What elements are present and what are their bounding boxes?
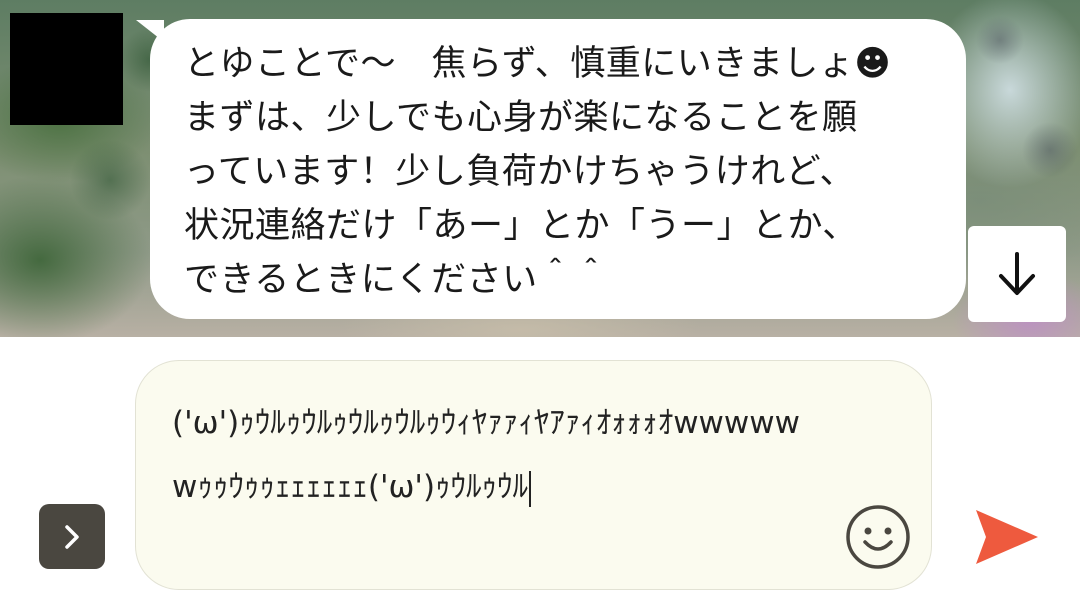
message-input[interactable]: ('ω')ｩｳﾙｩｳﾙｩｳﾙｩｳﾙｩｳｨﾔｧｧｨﾔｱｧｨｵｫｫｫｵwwwwwwｩ… [135,360,932,590]
text-caret [529,470,532,507]
message-line: できるときにください＾＾ [184,260,609,300]
emoji-button[interactable] [845,504,911,570]
send-button[interactable] [972,502,1042,572]
scroll-to-bottom-button[interactable] [968,226,1066,322]
message-line: っています！少し負荷かけちゃうけれど、 [184,152,856,192]
message-input-text[interactable]: ('ω')ｩｳﾙｩｳﾙｩｳﾙｩｳﾙｩｳｨﾔｧｧｨﾔｱｧｨｵｫｫｫｵwwwwwwｩ… [172,391,812,519]
smiley-icon [846,505,910,569]
message-line: 状況連絡だけ「あー」とか「うー」とか、 [184,206,858,246]
avatar[interactable] [10,13,123,125]
message-input-value: ('ω')ｩｳﾙｩｳﾙｩｳﾙｩｳﾙｩｳｨﾔｧｧｨﾔｱｧｨｵｫｫｫｵwwwwwwｩ… [172,405,800,505]
message-bubble[interactable]: とゆことで〜 焦らず、慎重にいきましょ☻ まずは、少しでも心身が楽になることを願… [150,19,966,319]
expand-menu-button[interactable] [39,504,105,569]
arrow-down-icon [999,252,1035,295]
message-line: とゆことで〜 焦らず、慎重にいきましょ☻ [184,44,892,84]
send-icon [976,510,1038,564]
message-line: まずは、少しでも心身が楽になることを願 [184,98,858,138]
chevron-right-icon [65,524,79,549]
